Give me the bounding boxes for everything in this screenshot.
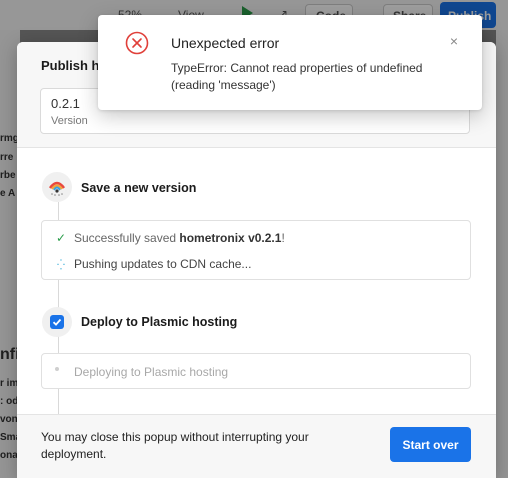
log-saved-prefix: Successfully saved bbox=[74, 231, 180, 245]
deploy-status: Deploying to Plasmic hosting bbox=[41, 353, 471, 389]
toast-title: Unexpected error bbox=[171, 35, 280, 51]
version-value: 0.2.1 bbox=[51, 96, 80, 111]
step-deploy-title: Deploy to Plasmic hosting bbox=[81, 315, 238, 329]
start-over-button[interactable]: Start over bbox=[390, 427, 471, 462]
toast-message: TypeError: Cannot read properties of und… bbox=[171, 61, 423, 92]
error-toast: Unexpected error TypeError: Cannot read … bbox=[98, 15, 482, 110]
log-saved-row: ✓ Successfully saved hometronix v0.2.1! bbox=[54, 231, 285, 245]
plasmic-logo-icon bbox=[42, 172, 72, 202]
deploy-checkbox[interactable] bbox=[50, 315, 64, 329]
deploy-checkbox-wrap bbox=[42, 307, 72, 337]
spinner-icon: ⁛ bbox=[57, 260, 65, 271]
log-pushing-text: Pushing updates to CDN cache... bbox=[74, 257, 252, 271]
version-label: Version bbox=[51, 115, 88, 127]
check-icon: ✓ bbox=[55, 231, 67, 245]
pending-dot-icon bbox=[55, 367, 59, 371]
save-log: ✓ Successfully saved hometronix v0.2.1! ⁛… bbox=[41, 220, 471, 280]
error-circle-icon bbox=[125, 31, 149, 60]
log-saved-suffix: ! bbox=[281, 231, 285, 245]
step-save-title: Save a new version bbox=[81, 181, 197, 195]
modal-footer: You may close this popup without interru… bbox=[17, 414, 496, 478]
deploy-status-text: Deploying to Plasmic hosting bbox=[74, 365, 229, 379]
close-icon[interactable]: × bbox=[444, 31, 464, 51]
log-saved-name: hometronix v0.2.1 bbox=[179, 231, 282, 245]
footer-note: You may close this popup without interru… bbox=[41, 430, 309, 461]
log-pushing-row: ⁛ Pushing updates to CDN cache... bbox=[54, 257, 251, 271]
